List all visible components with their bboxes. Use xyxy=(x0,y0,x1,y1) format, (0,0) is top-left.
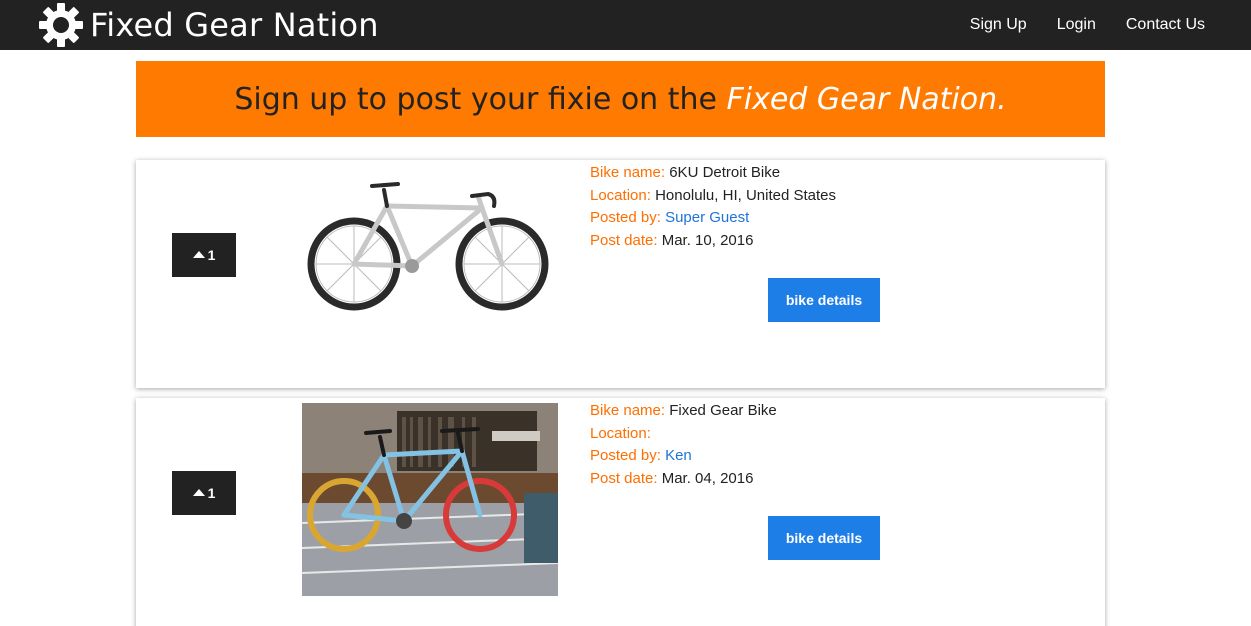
bike-card: 1 xyxy=(136,160,1105,388)
posted-by-row: Posted by: Super Guest xyxy=(590,207,1070,230)
bike-name-value: Fixed Gear Bike xyxy=(669,402,777,419)
bike-name-row: Bike name: Fixed Gear Bike xyxy=(590,400,1070,423)
banner-brand-emphasis: Fixed Gear Nation. xyxy=(726,81,1007,117)
post-date-value: Mar. 04, 2016 xyxy=(661,469,754,487)
post-date-row: Post date: Mar. 10, 2016 xyxy=(590,230,1070,253)
nav-sign-up-link[interactable]: Sign Up xyxy=(970,16,1027,34)
bike-info: Bike name: Fixed Gear Bike Location: Pos… xyxy=(590,400,1070,490)
nav-login-link[interactable]: Login xyxy=(1057,16,1096,34)
brand-name: Fixed Gear Nation xyxy=(90,6,379,44)
up-arrow-icon xyxy=(192,488,205,496)
bike-details-button[interactable]: bike details xyxy=(768,516,880,560)
posted-by-label: Posted by: xyxy=(590,447,661,464)
nav-links: Sign Up Login Contact Us xyxy=(940,0,1205,50)
signup-banner: Sign up to post your fixie on the Fixed … xyxy=(136,61,1105,137)
poster-link[interactable]: Super Guest xyxy=(665,209,749,226)
posted-by-label: Posted by: xyxy=(590,209,661,226)
bike-name-row: Bike name: 6KU Detroit Bike xyxy=(590,162,1070,185)
location-label: Location: xyxy=(590,424,651,442)
bike-photo[interactable] xyxy=(302,174,558,324)
post-date-value: Mar. 10, 2016 xyxy=(661,231,754,249)
bike-photo[interactable] xyxy=(302,403,558,596)
up-arrow-icon xyxy=(192,250,205,258)
banner-prefix: Sign up to post your fixie on the xyxy=(234,81,727,117)
bike-name-label: Bike name: xyxy=(590,164,666,181)
bike-name-label: Bike name: xyxy=(590,402,666,419)
posted-by-row: Posted by: Ken xyxy=(590,445,1070,468)
bike-card: 1 xyxy=(136,398,1105,626)
bike-name-value: 6KU Detroit Bike xyxy=(669,164,781,181)
bike-info: Bike name: 6KU Detroit Bike Location: Ho… xyxy=(590,162,1070,252)
location-label: Location: xyxy=(590,186,651,204)
post-date-row: Post date: Mar. 04, 2016 xyxy=(590,468,1070,491)
post-date-label: Post date: xyxy=(590,469,658,487)
upvote-button[interactable]: 1 xyxy=(172,471,236,515)
vote-count: 1 xyxy=(207,247,216,263)
vote-count: 1 xyxy=(207,485,216,501)
nav-contact-us-link[interactable]: Contact Us xyxy=(1126,16,1205,34)
bike-details-button[interactable]: bike details xyxy=(768,278,880,322)
location-value: Honolulu, HI, United States xyxy=(655,186,836,204)
poster-link[interactable]: Ken xyxy=(665,447,692,464)
post-date-label: Post date: xyxy=(590,231,658,249)
brand-link[interactable]: Fixed Gear Nation xyxy=(36,2,379,48)
location-row: Location: xyxy=(590,423,1070,446)
upvote-button[interactable]: 1 xyxy=(172,233,236,277)
gear-icon xyxy=(39,3,83,47)
navbar: Fixed Gear Nation Sign Up Login Contact … xyxy=(0,0,1251,50)
location-row: Location: Honolulu, HI, United States xyxy=(590,185,1070,208)
banner-text: Sign up to post your fixie on the Fixed … xyxy=(234,82,1006,117)
